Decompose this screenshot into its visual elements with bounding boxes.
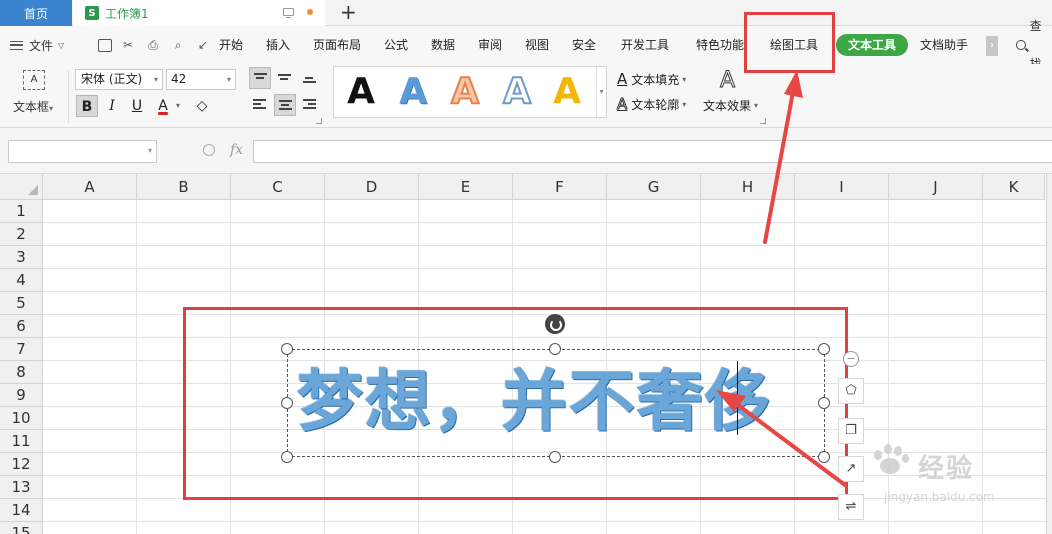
arrow-to-drawing-tools [763,70,803,244]
arrow-to-art-text [716,390,847,487]
watermark-cn: 经验 [918,454,975,484]
paw-icon [870,442,910,482]
arrow-shaft [763,90,795,244]
baidu-watermark: 经验 jingyan.baidu.com [870,420,1000,520]
arrow-head [784,70,803,98]
arrow-shaft [736,403,847,487]
watermark-url: jingyan.baidu.com [884,490,995,504]
